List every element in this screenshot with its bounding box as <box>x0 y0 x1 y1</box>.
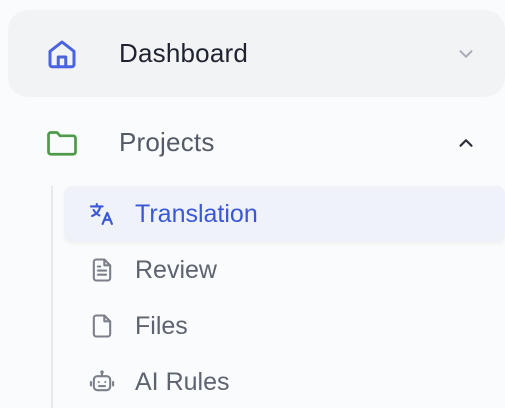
tree-connector-line <box>51 186 53 408</box>
sidebar-subitem-ai-rules[interactable]: AI Rules <box>64 354 505 408</box>
chevron-down-icon[interactable] <box>455 43 477 65</box>
robot-icon <box>88 368 116 396</box>
sidebar-subitem-label: AI Rules <box>135 367 230 396</box>
document-icon <box>88 256 116 284</box>
sidebar-subitem-label: Translation <box>135 199 258 228</box>
sidebar-item-label: Dashboard <box>119 38 248 68</box>
sidebar-subitem-translation[interactable]: Translation <box>64 186 505 242</box>
sidebar-subitem-label: Files <box>135 311 188 340</box>
sidebar-subitem-files[interactable]: Files <box>64 298 505 354</box>
sidebar-item-dashboard[interactable]: Dashboard <box>8 10 505 97</box>
home-icon <box>44 36 80 72</box>
folder-icon <box>44 125 80 161</box>
sidebar-item-label: Projects <box>119 127 215 157</box>
sidebar-item-projects[interactable]: Projects <box>8 100 505 185</box>
sidebar-subitem-label: Review <box>135 255 217 284</box>
sidebar-nav: Dashboard Projects Translation Review Fi… <box>0 0 505 408</box>
file-icon <box>88 312 116 340</box>
sidebar-subitem-review[interactable]: Review <box>64 242 505 298</box>
translate-icon <box>88 200 116 228</box>
chevron-up-icon[interactable] <box>455 132 477 154</box>
